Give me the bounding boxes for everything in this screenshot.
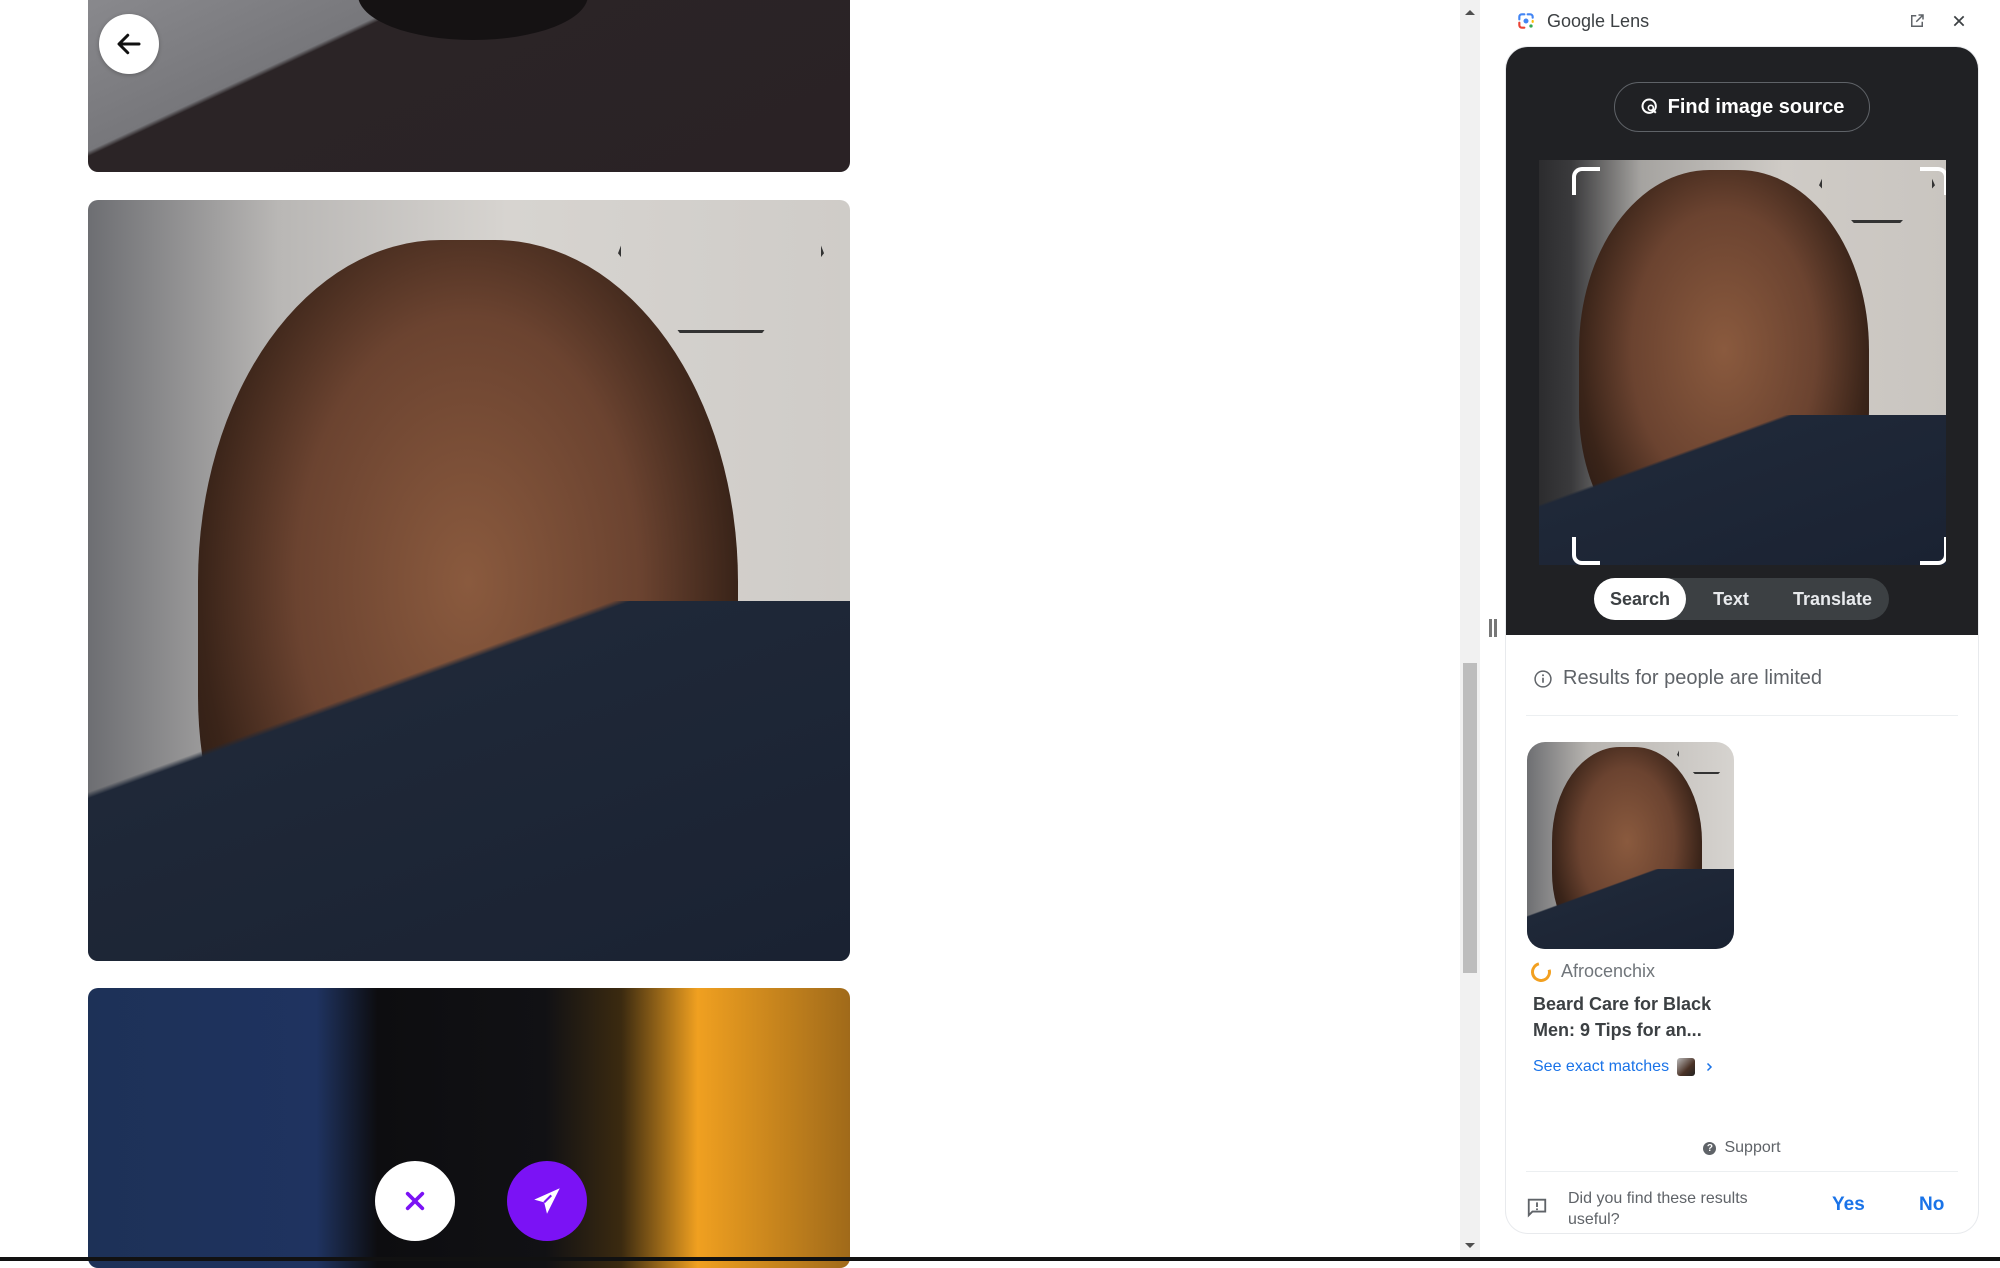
feedback-yes-button[interactable]: Yes (1832, 1194, 1865, 1216)
open-external-icon (1911, 14, 1924, 27)
reject-button[interactable] (375, 1161, 455, 1241)
info-icon (1534, 669, 1552, 688)
lens-card: Find image source Search Text Translate … (1506, 47, 1978, 1233)
result-source-name: Afrocenchix (1561, 961, 1656, 981)
feedback-row: Did you find these results useful? Yes N… (1526, 1184, 1958, 1233)
help-icon: ? (1703, 1141, 1717, 1155)
feedback-icon (1527, 1198, 1547, 1218)
lens-image-area: Find image source Search Text Translate (1506, 47, 1978, 635)
pendant-lamp (1819, 160, 1935, 223)
bottom-edge (0, 1257, 2000, 1261)
results-notice: Results for people are limited (1533, 667, 1822, 690)
crop-handle-top-left[interactable] (1572, 167, 1600, 195)
result-source[interactable]: Afrocenchix (1527, 957, 1656, 986)
find-image-source-button[interactable]: Find image source (1614, 82, 1870, 132)
lens-header: Google Lens (1500, 0, 2000, 45)
results-notice-text: Results for people are limited (1563, 667, 1823, 689)
pendant-lamp (1677, 742, 1734, 774)
support-label: Support (1724, 1139, 1781, 1156)
chevron-right-icon (1707, 1062, 1713, 1072)
tab-translate[interactable]: Translate (1776, 578, 1889, 620)
google-lens-logo-icon (1518, 13, 1534, 29)
divider (1526, 1171, 1958, 1172)
send-button[interactable] (507, 1161, 587, 1241)
feedback-question: Did you find these results useful? (1568, 1190, 1748, 1228)
find-source-icon (1641, 98, 1657, 114)
tab-search[interactable]: Search (1594, 578, 1686, 620)
support-link[interactable]: ? Support (1506, 1139, 1978, 1157)
close-icon (1953, 15, 1965, 27)
crop-handle-top-right[interactable] (1920, 167, 1946, 195)
close-panel-button[interactable] (1948, 10, 1970, 32)
close-icon (405, 1191, 425, 1211)
see-exact-matches-label: See exact matches (1533, 1058, 1670, 1075)
see-exact-matches-link[interactable]: See exact matches (1533, 1058, 1715, 1076)
result-title-line-1: Beard Care for Black (1533, 994, 1712, 1014)
scroll-up-icon[interactable] (1465, 10, 1475, 15)
open-in-new-tab-button[interactable] (1906, 10, 1928, 32)
feedback-no-button[interactable]: No (1919, 1194, 1944, 1216)
profile-photo-2 (88, 200, 850, 961)
page-scrollbar[interactable] (1460, 0, 1480, 1257)
arrow-left-icon (117, 33, 141, 55)
pendant-lamp (618, 200, 824, 333)
result-title-line-2: Men: 9 Tips for an... (1533, 1020, 1702, 1040)
result-thumbnail[interactable] (1527, 742, 1734, 949)
exact-match-thumbnail (1677, 1058, 1696, 1076)
lens-mode-tabs: Search Text Translate (1594, 578, 1889, 620)
back-button[interactable] (99, 14, 159, 74)
crop-handle-bottom-right[interactable] (1920, 537, 1946, 565)
profile-photo-3 (88, 988, 850, 1268)
photo-shirt (88, 601, 850, 961)
paper-plane-icon (534, 1188, 560, 1214)
divider (1526, 715, 1958, 716)
scroll-down-icon[interactable] (1465, 1243, 1475, 1248)
result-title[interactable]: Beard Care for Black Men: 9 Tips for an.… (1533, 991, 1733, 1043)
scroll-thumb[interactable] (1463, 663, 1477, 973)
selected-image-preview[interactable] (1539, 160, 1946, 565)
find-image-source-label: Find image source (1667, 95, 1845, 118)
lens-title: Google Lens (1547, 11, 1650, 31)
profile-photo-1 (88, 0, 850, 172)
photo-shirt (1539, 415, 1946, 565)
tab-text[interactable]: Text (1686, 578, 1776, 620)
side-panel-resize-handle[interactable] (1489, 619, 1499, 637)
crop-handle-bottom-left[interactable] (1572, 537, 1600, 565)
afrocenchix-logo-icon (1527, 957, 1555, 986)
photo-shirt (1527, 869, 1734, 949)
photo-detail (358, 0, 588, 40)
